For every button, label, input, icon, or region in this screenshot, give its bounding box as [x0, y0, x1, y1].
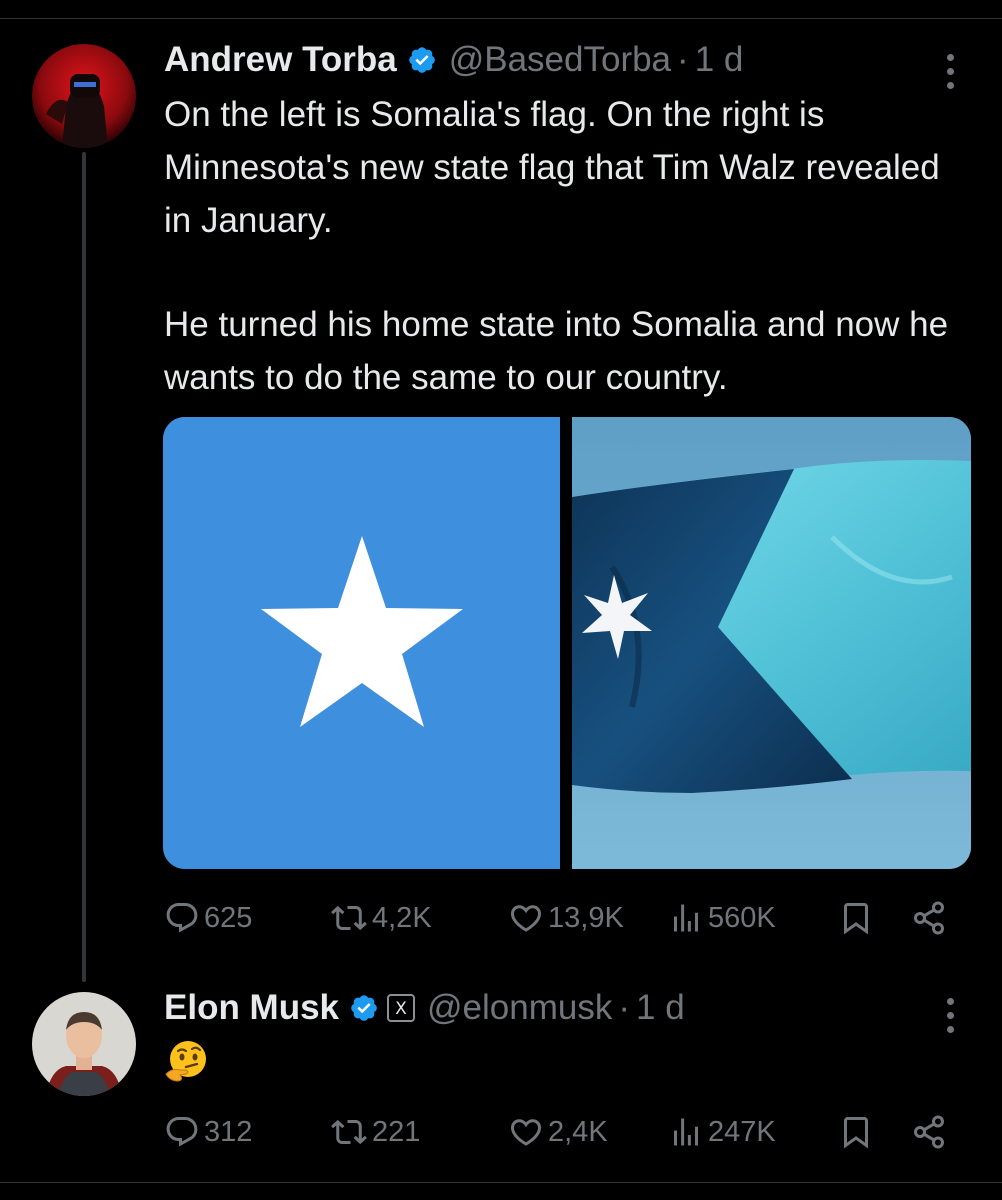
share-icon [914, 1115, 944, 1149]
tweet-header-2: Elon Musk X @elonmusk · 1 d [164, 988, 685, 1028]
repost-icon [331, 905, 367, 931]
bookmark-icon [844, 903, 868, 935]
reply-icon [166, 903, 198, 933]
separator-dot: · [677, 40, 689, 79]
views-count: 560K [708, 901, 776, 934]
top-divider [0, 18, 1002, 19]
author-handle[interactable]: @elonmusk [427, 988, 612, 1028]
reply-count: 312 [204, 1115, 253, 1148]
media-gap [560, 417, 572, 869]
share-icon [914, 901, 944, 935]
author-name[interactable]: Andrew Torba [164, 40, 397, 80]
avatar-elon-musk[interactable] [32, 992, 136, 1096]
timestamp[interactable]: 1 d [636, 988, 685, 1028]
bookmark-button[interactable] [838, 1114, 874, 1150]
repost-icon [331, 1119, 367, 1145]
minnesota-flag-image[interactable] [572, 417, 971, 869]
reply-icon [166, 1117, 198, 1147]
like-button[interactable]: 13,9K [508, 900, 624, 936]
share-button[interactable] [910, 1114, 948, 1150]
reply-count: 625 [204, 901, 253, 934]
tweet-actions-1: 625 4,2K 13,9K 560K [0, 900, 1002, 940]
views-button[interactable]: 560K [668, 900, 776, 936]
bookmark-button[interactable] [838, 900, 874, 936]
views-count: 247K [708, 1115, 776, 1148]
separator-dot: · [618, 988, 631, 1027]
like-button[interactable]: 2,4K [508, 1114, 608, 1150]
bookmark-icon [844, 1117, 868, 1149]
repost-button[interactable]: 221 [330, 1114, 420, 1150]
tweet-text-paragraph-1: On the left is Somalia's flag. On the ri… [164, 95, 940, 240]
like-count: 2,4K [548, 1115, 608, 1148]
more-icon[interactable] [944, 998, 956, 1033]
verified-badge-icon[interactable] [407, 45, 437, 75]
tweet-media[interactable] [163, 417, 971, 869]
tweet-text-paragraph-2: He turned his home state into Somalia an… [164, 305, 949, 397]
reply-button[interactable]: 625 [164, 900, 252, 936]
author-name[interactable]: Elon Musk [164, 988, 339, 1028]
views-icon [674, 1118, 698, 1146]
like-count: 13,9K [548, 901, 624, 934]
affiliate-x-badge-icon[interactable]: X [387, 994, 416, 1022]
repost-button[interactable]: 4,2K [330, 900, 432, 936]
share-button[interactable] [910, 900, 948, 936]
views-icon [674, 904, 698, 932]
thinking-face-emoji [164, 1040, 208, 1087]
thread-line [82, 152, 86, 982]
somalia-flag-image[interactable] [163, 417, 560, 869]
tweet-header-1: Andrew Torba @BasedTorba · 1 d [164, 40, 743, 80]
author-handle[interactable]: @BasedTorba [449, 40, 671, 80]
reply-button[interactable]: 312 [164, 1114, 252, 1150]
more-icon[interactable] [944, 54, 956, 89]
avatar-andrew-torba[interactable] [32, 44, 136, 148]
repost-count: 221 [372, 1115, 421, 1148]
timestamp[interactable]: 1 d [695, 40, 744, 80]
views-button[interactable]: 247K [668, 1114, 776, 1150]
like-icon [510, 905, 542, 932]
tweet-actions-2: 312 221 2,4K 247K [0, 1114, 1002, 1154]
like-icon [510, 1119, 542, 1146]
affiliate-x-badge-label: X [395, 999, 407, 1019]
bottom-divider [0, 1182, 1002, 1183]
verified-badge-icon[interactable] [349, 993, 379, 1023]
repost-count: 4,2K [372, 901, 432, 934]
